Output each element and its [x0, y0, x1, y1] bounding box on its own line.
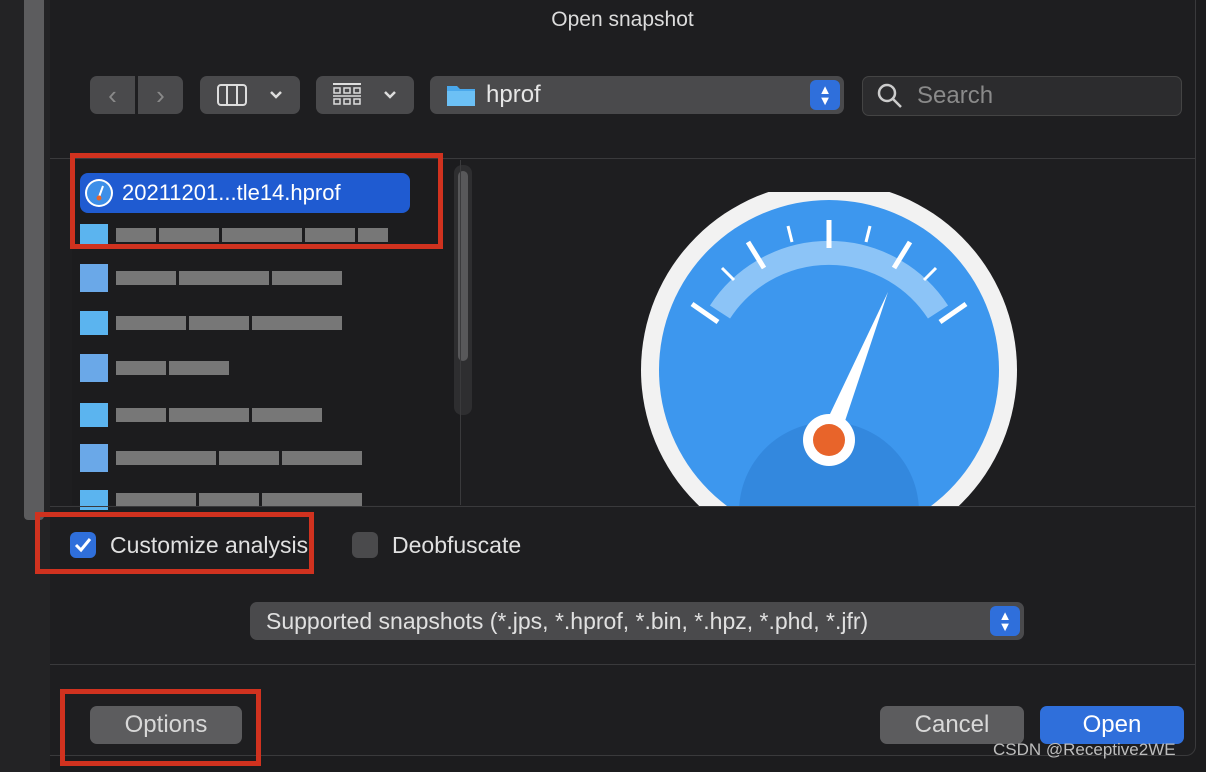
columns-icon	[217, 84, 247, 106]
file-item[interactable]	[80, 303, 342, 343]
location-label: hprof	[486, 81, 541, 108]
file-type-popup[interactable]: Supported snapshots (*.jps, *.hprof, *.b…	[250, 602, 1024, 640]
cancel-button[interactable]: Cancel	[880, 706, 1024, 744]
divider	[50, 664, 1195, 665]
file-item[interactable]	[80, 438, 362, 478]
view-mode-button[interactable]	[200, 76, 300, 114]
highlight-box-options	[60, 689, 261, 766]
highlight-box-customize	[35, 512, 314, 574]
divider	[50, 506, 1195, 507]
chevron-down-icon	[384, 91, 396, 99]
chevron-left-icon: ‹	[108, 79, 117, 110]
file-item[interactable]	[80, 348, 229, 388]
grid-icon	[333, 83, 361, 105]
dialog-title: Open snapshot	[551, 8, 694, 31]
snapshot-preview-gauge-icon	[641, 192, 1017, 506]
file-type-label: Supported snapshots (*.jps, *.hprof, *.b…	[266, 607, 869, 634]
up-down-stepper-icon: ▲ ▼	[810, 80, 840, 110]
search-icon	[877, 83, 902, 108]
column-divider[interactable]	[460, 160, 461, 505]
chevron-down-icon	[270, 91, 282, 99]
scrollbar[interactable]	[454, 165, 472, 415]
up-down-stepper-icon: ▲ ▼	[990, 606, 1020, 636]
back-button[interactable]: ‹	[90, 76, 135, 114]
file-item[interactable]	[80, 395, 322, 435]
open-snapshot-dialog: Open snapshot ‹ › hprof ▲ ▼ Search 202112…	[50, 0, 1196, 756]
search-placeholder: Search	[917, 82, 994, 109]
forward-button[interactable]: ›	[138, 76, 183, 114]
search-input[interactable]: Search	[862, 76, 1182, 116]
highlight-box-file	[70, 153, 443, 249]
location-popup[interactable]: hprof ▲ ▼	[430, 76, 844, 114]
folder-icon	[447, 86, 475, 106]
file-item[interactable]	[80, 258, 342, 298]
deobfuscate-label[interactable]: Deobfuscate	[392, 532, 521, 559]
deobfuscate-checkbox[interactable]	[352, 532, 378, 558]
chevron-right-icon: ›	[156, 79, 165, 110]
watermark: CSDN @Receptive2WE	[993, 740, 1176, 759]
group-button[interactable]	[316, 76, 414, 114]
open-button[interactable]: Open	[1040, 706, 1184, 744]
background-window	[0, 0, 50, 772]
